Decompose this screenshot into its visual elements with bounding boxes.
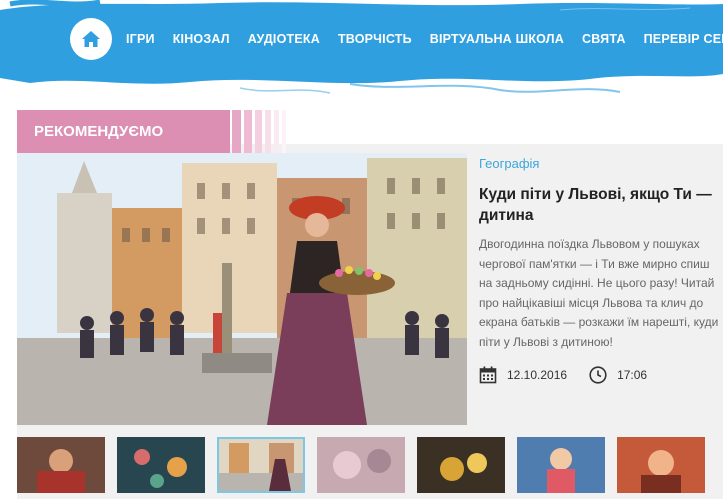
clock-icon bbox=[589, 366, 607, 384]
tab-stripe bbox=[244, 110, 252, 154]
nav-item-holidays[interactable]: СВЯТА bbox=[573, 30, 635, 48]
nav-item-test-yourself[interactable]: ПЕРЕВІР СЕБЕ bbox=[635, 30, 723, 48]
thumbnail-image bbox=[317, 437, 405, 493]
article-excerpt: Двогодинна поїздка Львовом у пошуках чер… bbox=[479, 237, 719, 349]
article-category[interactable]: Географія bbox=[479, 155, 723, 173]
article-title[interactable]: Куди піти у Львові, якщо Ти — дитина bbox=[479, 184, 723, 226]
thumbnail-image bbox=[17, 437, 105, 493]
article-time: 17:06 bbox=[617, 368, 648, 382]
nav-item-audio[interactable]: АУДІОТЕКА bbox=[239, 30, 329, 48]
article-meta: 12.10.2016 17:06 bbox=[479, 366, 723, 384]
home-icon bbox=[82, 31, 100, 47]
article-date: 12.10.2016 bbox=[507, 368, 568, 382]
thumbnail[interactable] bbox=[317, 437, 405, 493]
thumbnail[interactable] bbox=[17, 437, 105, 493]
thumbnail[interactable] bbox=[117, 437, 205, 493]
recommended-tab: РЕКОМЕНДУЄМО bbox=[17, 110, 287, 154]
thumbnail[interactable] bbox=[217, 437, 305, 493]
thumbnail[interactable] bbox=[517, 437, 605, 493]
nav-item-virtual-school[interactable]: ВІРТУАЛЬНА ШКОЛА bbox=[421, 30, 573, 48]
recommended-heading: РЕКОМЕНДУЄМО bbox=[17, 110, 230, 154]
nav-item-games[interactable]: ІГРИ bbox=[117, 30, 164, 48]
lviv-square-photo bbox=[17, 153, 467, 425]
thumbnail-image bbox=[617, 437, 705, 493]
tab-stripe bbox=[282, 110, 286, 154]
thumbnail[interactable] bbox=[417, 437, 505, 493]
thumbnail[interactable] bbox=[617, 437, 705, 493]
nav-menu: ІГРИ КІНОЗАЛ АУДІОТЕКА ТВОРЧІСТЬ ВІРТУАЛ… bbox=[117, 30, 723, 48]
home-button[interactable] bbox=[70, 18, 112, 60]
thumbnail-image bbox=[117, 437, 205, 493]
recommended-article: Географія Куди піти у Львові, якщо Ти — … bbox=[479, 153, 723, 384]
article-main-image[interactable] bbox=[17, 153, 467, 425]
top-navigation: ІГРИ КІНОЗАЛ АУДІОТЕКА ТВОРЧІСТЬ ВІРТУАЛ… bbox=[0, 0, 723, 100]
nav-item-cinema[interactable]: КІНОЗАЛ bbox=[164, 30, 239, 48]
tab-stripe bbox=[265, 110, 271, 154]
tab-stripe bbox=[274, 110, 279, 154]
tab-stripe bbox=[255, 110, 262, 154]
thumbnail-image bbox=[219, 439, 303, 491]
thumbnail-image bbox=[517, 437, 605, 493]
tab-stripe bbox=[232, 110, 241, 154]
calendar-icon bbox=[479, 366, 497, 384]
thumbnail-image bbox=[417, 437, 505, 493]
nav-item-creativity[interactable]: ТВОРЧІСТЬ bbox=[329, 30, 421, 48]
